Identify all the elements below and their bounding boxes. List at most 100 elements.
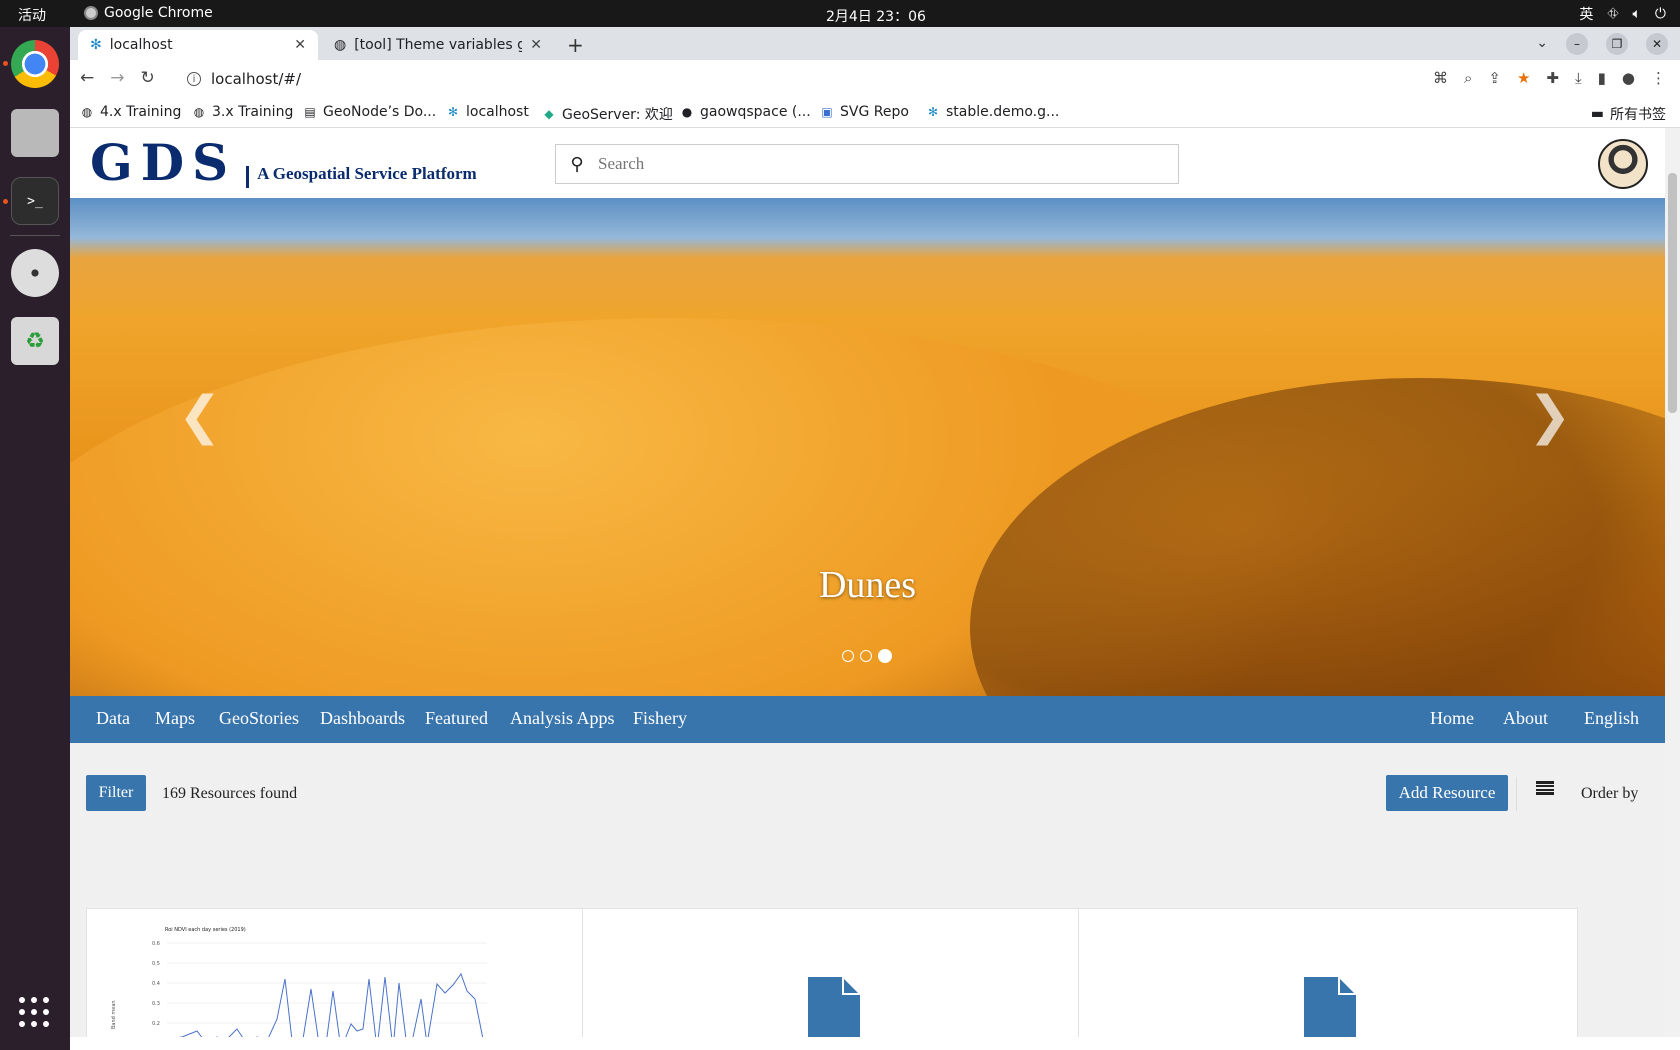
side-panel-icon[interactable]: ▮ xyxy=(1598,69,1606,87)
doc-icon: ▤ xyxy=(304,105,316,119)
chart-gridlines xyxy=(167,942,487,1024)
minimize-button[interactable]: – xyxy=(1566,33,1588,55)
carousel-dot-active[interactable] xyxy=(878,649,892,663)
tab-title: [tool] Theme variables ge xyxy=(354,37,523,53)
user-avatar[interactable] xyxy=(1598,139,1648,189)
nav-fishery[interactable]: Fishery xyxy=(633,708,687,729)
bookmark-star-icon[interactable]: ★ xyxy=(1517,69,1530,87)
resource-card[interactable] xyxy=(582,908,1082,1050)
new-tab-button[interactable]: + xyxy=(567,33,584,57)
back-icon[interactable]: ← xyxy=(80,68,94,88)
network-icon[interactable]: ⛗ xyxy=(1607,6,1618,22)
nav-geostories[interactable]: GeoStories xyxy=(219,708,299,729)
ndvi-chart-thumbnail: Roi NDVI each day series (2019) 0.6 0.5 … xyxy=(111,927,487,1049)
site-info-icon[interactable]: i xyxy=(187,72,201,86)
dock: >_ ♻ xyxy=(0,27,70,1050)
bookmark-stable-demo[interactable]: ✻ stable.demo.g... xyxy=(926,104,1059,120)
bookmark-3x-training[interactable]: ◍ 3.x Training xyxy=(192,104,294,120)
tab-search-icon[interactable]: ⌄ xyxy=(1536,35,1548,51)
bookmarks-bar: ◍ 4.x Training ◍ 3.x Training ▤ GeoNode’s D… xyxy=(70,98,1680,128)
ime-indicator[interactable]: 英 xyxy=(1579,4,1593,24)
nav-data[interactable]: Data xyxy=(96,708,130,729)
profile-icon[interactable]: ● xyxy=(1622,69,1635,87)
volume-icon[interactable]: 🔈︎ xyxy=(1633,6,1641,22)
nav-home[interactable]: Home xyxy=(1430,708,1474,729)
nav-dashboards[interactable]: Dashboards xyxy=(320,708,405,729)
close-icon[interactable]: ✕ xyxy=(294,37,306,53)
forward-icon[interactable]: → xyxy=(110,68,124,88)
bookmark-label: GeoServer: 欢迎 xyxy=(562,107,673,123)
bookmark-svg-repo[interactable]: ▣ SVG Repo xyxy=(820,104,909,120)
chrome-dock-icon[interactable] xyxy=(11,40,59,88)
bookmark-label: 3.x Training xyxy=(212,104,294,120)
download-icon[interactable]: ⤓ xyxy=(1575,69,1582,87)
carousel-dot[interactable] xyxy=(860,650,872,662)
y-tick-labels: 0.6 0.5 0.4 0.3 0.2 xyxy=(152,941,160,1027)
bookmark-label: localhost xyxy=(466,104,529,120)
maximize-button[interactable]: ❐ xyxy=(1606,33,1628,55)
chevron-left-icon[interactable]: ❮ xyxy=(178,386,222,446)
site-logo[interactable]: GDS A Geospatial Service Platform xyxy=(90,138,477,188)
show-apps-icon[interactable] xyxy=(19,997,51,1029)
close-window-button[interactable]: ✕ xyxy=(1646,33,1668,55)
search-box[interactable]: ⚲ xyxy=(555,144,1179,184)
carousel-dot[interactable] xyxy=(842,650,854,662)
github-icon: ● xyxy=(681,105,693,119)
power-icon[interactable]: ⏻ xyxy=(1655,6,1666,22)
extensions-icon[interactable]: ✚ xyxy=(1546,69,1559,87)
nav-maps[interactable]: Maps xyxy=(155,708,195,729)
filter-button[interactable]: Filter xyxy=(86,775,146,811)
menu-icon[interactable]: ⋮ xyxy=(1651,69,1666,87)
app-menu[interactable]: Google Chrome xyxy=(84,5,213,21)
terminal-dock-icon[interactable]: >_ xyxy=(11,177,59,225)
chrome-icon xyxy=(84,6,98,20)
resource-card[interactable]: Roi NDVI each day series (2019) 0.6 0.5 … xyxy=(86,908,586,1050)
chevron-right-icon[interactable]: ❯ xyxy=(1528,386,1572,446)
translate-icon[interactable]: ⌘ xyxy=(1433,69,1448,87)
nav-featured[interactable]: Featured xyxy=(425,708,488,729)
globe-icon: ◍ xyxy=(334,37,347,53)
y-tick: 0.4 xyxy=(152,981,160,987)
running-indicator xyxy=(3,199,8,204)
y-tick: 0.6 xyxy=(152,941,160,947)
bookmark-geonode-docs[interactable]: ▤ GeoNode’s Do... xyxy=(303,104,436,120)
trash-dock-icon[interactable]: ♻ xyxy=(11,317,59,365)
carousel-caption: Dunes xyxy=(818,564,917,606)
tab-localhost[interactable]: ✻ localhost ✕ xyxy=(78,30,318,60)
os-top-bar: 活动 Google Chrome 2月4日 23：06 英 ⛗ 🔈︎ ⏻ xyxy=(0,0,1680,27)
bookmark-localhost[interactable]: ✻ localhost xyxy=(446,104,529,120)
clock[interactable]: 2月4日 23：06 xyxy=(826,6,926,26)
search-input[interactable] xyxy=(598,154,1158,174)
list-view-icon[interactable] xyxy=(1536,781,1554,795)
share-icon[interactable]: ⇪ xyxy=(1488,69,1501,87)
files-dock-icon[interactable] xyxy=(11,109,59,157)
nav-analysis-apps[interactable]: Analysis Apps xyxy=(510,708,615,729)
all-bookmarks[interactable]: ▬ 所有书签 xyxy=(1591,104,1666,124)
bookmark-4x-training[interactable]: ◍ 4.x Training xyxy=(80,104,182,120)
page-scrollbar[interactable] xyxy=(1665,128,1680,1050)
nav-about[interactable]: About xyxy=(1503,708,1548,729)
bookmark-label: stable.demo.g... xyxy=(946,104,1060,120)
tab-strip: ✻ localhost ✕ ◍ [tool] Theme variables g… xyxy=(70,27,1680,60)
resource-card[interactable] xyxy=(1078,908,1578,1050)
close-icon[interactable]: ✕ xyxy=(530,37,542,53)
order-by-dropdown[interactable]: Order by xyxy=(1581,785,1638,803)
activities-button[interactable]: 活动 xyxy=(18,5,46,25)
tab-theme-variables[interactable]: ◍ [tool] Theme variables ge ✕ xyxy=(322,30,554,60)
snowflake-icon: ✻ xyxy=(447,105,459,119)
scrollbar-thumb[interactable] xyxy=(1668,173,1677,413)
system-tray[interactable]: 英 ⛗ 🔈︎ ⏻ xyxy=(1579,4,1666,24)
address-bar[interactable]: i localhost/#/ xyxy=(175,63,1305,95)
add-resource-button[interactable]: Add Resource xyxy=(1386,775,1508,811)
globe-icon: ◍ xyxy=(193,105,205,119)
nav-language[interactable]: English xyxy=(1584,708,1639,729)
disc-dock-icon[interactable] xyxy=(11,249,59,297)
bookmark-geoserver[interactable]: ◆ GeoServer: 欢迎 xyxy=(542,104,673,124)
bookmark-gaowqspace[interactable]: ● gaowqspace (... xyxy=(680,104,811,120)
globe-icon: ◍ xyxy=(81,105,93,119)
resource-toolbar: Filter 169 Resources found Add Resource … xyxy=(70,743,1665,843)
zoom-icon[interactable]: ⌕ xyxy=(1464,69,1472,87)
snowflake-icon: ✻ xyxy=(90,37,102,53)
bookmark-label: gaowqspace (... xyxy=(700,104,811,120)
reload-icon[interactable]: ↻ xyxy=(141,68,155,88)
